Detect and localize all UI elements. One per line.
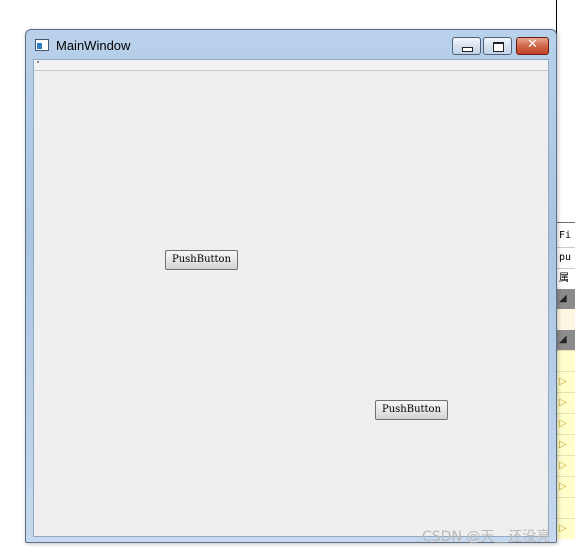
menu-bar-grip xyxy=(37,61,39,63)
minimize-button[interactable] xyxy=(452,37,481,55)
csdn-watermark: CSDN @天＿还没亮 xyxy=(422,529,551,545)
object-name-field: pu xyxy=(556,247,575,267)
filter-field[interactable]: Fi xyxy=(556,226,575,246)
property-row-collapsed[interactable]: ▷ xyxy=(556,455,575,476)
property-row-collapsed[interactable]: ▷ xyxy=(556,392,575,413)
push-button-1[interactable]: PushButton xyxy=(165,250,238,270)
property-row xyxy=(556,309,575,330)
menu-bar[interactable] xyxy=(34,60,548,71)
title-bar[interactable]: MainWindow ✕ xyxy=(26,30,556,60)
property-row xyxy=(556,497,575,518)
property-row-collapsed[interactable]: ▷ xyxy=(556,371,575,392)
property-group-expanded[interactable]: ◢ xyxy=(556,289,575,309)
property-row xyxy=(556,350,575,371)
close-icon: ✕ xyxy=(527,37,538,52)
property-row-collapsed[interactable]: ▷ xyxy=(556,434,575,455)
property-group-expanded[interactable]: ◢ xyxy=(556,330,575,350)
window-title: MainWindow xyxy=(56,38,131,53)
maximize-button[interactable] xyxy=(483,37,512,55)
main-window: MainWindow ✕ PushButton PushButton xyxy=(25,29,557,543)
minimize-icon xyxy=(462,47,473,52)
maximize-icon xyxy=(493,42,504,52)
close-button[interactable]: ✕ xyxy=(516,37,549,55)
property-row-collapsed[interactable]: ▷ xyxy=(556,518,575,539)
property-row-collapsed[interactable]: ▷ xyxy=(556,413,575,434)
central-widget: PushButton PushButton xyxy=(33,59,549,537)
property-row-collapsed[interactable]: ▷ xyxy=(556,476,575,497)
app-icon xyxy=(35,39,49,51)
property-editor-panel: Fi pu 属 ◢ ◢ ▷ ▷ ▷ ▷ ▷ ▷ ▷ xyxy=(556,222,575,555)
push-button-2[interactable]: PushButton xyxy=(375,400,448,420)
property-header: 属 xyxy=(556,268,575,288)
